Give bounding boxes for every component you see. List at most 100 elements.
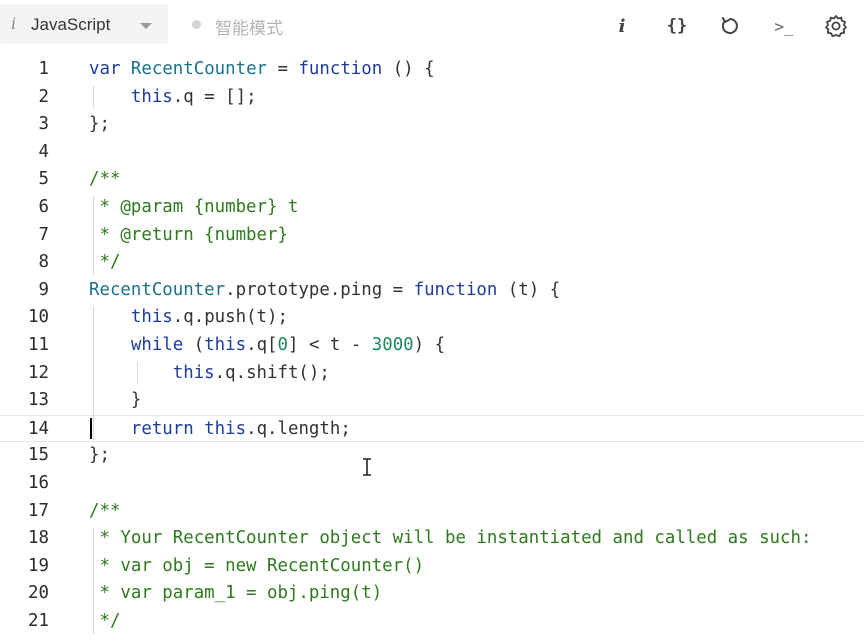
code-line[interactable]: 15}; bbox=[0, 442, 864, 470]
indent-guide bbox=[93, 85, 94, 110]
line-number: 21 bbox=[28, 611, 49, 631]
code-line[interactable]: 14 return this.q.length; bbox=[0, 414, 864, 444]
code-line[interactable]: 18 * Your RecentCounter object will be i… bbox=[0, 525, 864, 553]
text-cursor-icon bbox=[363, 458, 371, 476]
code-text: /** bbox=[89, 166, 120, 194]
line-number: 2 bbox=[38, 86, 49, 107]
code-line[interactable]: 3}; bbox=[0, 111, 864, 139]
code-token: * @param {number} t bbox=[89, 197, 299, 217]
line-number: 1 bbox=[38, 59, 49, 79]
code-text: * var obj = new RecentCounter() bbox=[89, 553, 424, 581]
code-token: this bbox=[130, 307, 173, 328]
code-line[interactable]: 1 var RecentCounter = function () { bbox=[0, 56, 864, 84]
code-token: /** bbox=[89, 169, 121, 190]
code-token: .prototype.ping = bbox=[225, 279, 414, 300]
smart-mode-toggle[interactable]: 智能模式 bbox=[215, 14, 283, 39]
code-token: .q.length; bbox=[246, 418, 351, 439]
code-token: * var obj = new RecentCounter() bbox=[89, 555, 425, 576]
line-number: 8 bbox=[38, 252, 49, 273]
code-text: return this.q.length; bbox=[89, 416, 351, 444]
code-text: while (this.q[0] < t - 3000) { bbox=[89, 332, 445, 360]
code-token: } bbox=[89, 390, 142, 411]
text-caret bbox=[90, 417, 92, 440]
language-label: JavaScript bbox=[31, 15, 111, 34]
indent-guide bbox=[93, 196, 94, 275]
line-number: 10 bbox=[28, 307, 49, 328]
code-line[interactable]: 21 */ bbox=[0, 608, 864, 636]
code-token: this bbox=[204, 335, 247, 355]
format-code-button[interactable]: {} bbox=[663, 12, 691, 40]
code-token: return bbox=[130, 418, 194, 439]
code-line[interactable]: 10 this.q.push(t); bbox=[0, 304, 864, 332]
code-token: () { bbox=[382, 59, 435, 79]
code-line[interactable]: 12 this.q.shift(); bbox=[0, 360, 864, 388]
indent-guide bbox=[137, 361, 138, 386]
code-line[interactable]: 13 } bbox=[0, 387, 864, 415]
line-number: 14 bbox=[28, 418, 49, 439]
code-token: RecentCounter bbox=[130, 59, 268, 79]
code-token: * @return {number} bbox=[89, 224, 288, 245]
line-number: 13 bbox=[28, 390, 49, 411]
line-number: 4 bbox=[38, 141, 49, 162]
code-text: * Your RecentCounter object will be inst… bbox=[89, 525, 811, 553]
code-editor[interactable]: 1 var RecentCounter = function () {2 this… bbox=[0, 56, 864, 642]
code-text: this.q.push(t); bbox=[89, 304, 288, 332]
code-line[interactable]: 17 /** bbox=[0, 498, 864, 526]
line-number: 12 bbox=[28, 362, 49, 383]
code-text: var RecentCounter = function () { bbox=[89, 56, 435, 84]
code-line[interactable]: 11 while (this.q[0] < t - 3000) { bbox=[0, 332, 864, 360]
code-token: 0 bbox=[277, 335, 288, 355]
code-line[interactable]: 5 /** bbox=[0, 166, 864, 194]
line-number: 9 bbox=[38, 279, 49, 300]
code-text: }; bbox=[89, 442, 110, 470]
code-token: 3000 bbox=[371, 335, 414, 355]
gear-icon bbox=[825, 15, 847, 38]
settings-button[interactable] bbox=[822, 12, 850, 40]
reset-icon bbox=[721, 17, 738, 34]
code-token: ( bbox=[183, 335, 205, 355]
code-text: }; bbox=[89, 111, 110, 139]
code-line[interactable]: 2 this.q = []; bbox=[0, 84, 864, 112]
code-line[interactable]: 8 */ bbox=[0, 249, 864, 277]
console-button[interactable]: >_ bbox=[770, 12, 798, 40]
line-number: 6 bbox=[38, 197, 49, 217]
code-token: * Your RecentCounter object will be inst… bbox=[89, 528, 812, 549]
code-token: this bbox=[204, 418, 247, 439]
braces-icon: {} bbox=[666, 16, 688, 36]
code-line[interactable]: 20 * var param_1 = obj.ping(t) bbox=[0, 580, 864, 608]
info-icon: i bbox=[11, 14, 17, 33]
code-token: .q.shift(); bbox=[214, 362, 330, 383]
code-token: this bbox=[172, 362, 215, 383]
line-number: 3 bbox=[38, 114, 49, 135]
code-token: RecentCounter bbox=[89, 279, 226, 300]
info-button[interactable]: i bbox=[608, 12, 636, 40]
line-number: 18 bbox=[28, 528, 49, 549]
language-select[interactable]: i JavaScript bbox=[0, 4, 168, 44]
reset-code-button[interactable] bbox=[716, 12, 744, 40]
line-number: 20 bbox=[28, 583, 49, 604]
indent-guide bbox=[93, 306, 94, 441]
code-text: } bbox=[89, 387, 141, 415]
code-token: }; bbox=[89, 445, 110, 466]
mode-status-dot bbox=[192, 20, 201, 29]
code-line[interactable]: 9 RecentCounter.prototype.ping = function… bbox=[0, 277, 864, 305]
code-line[interactable]: 19 * var obj = new RecentCounter() bbox=[0, 553, 864, 581]
code-line[interactable]: 4 bbox=[0, 139, 864, 167]
line-number: 7 bbox=[38, 224, 49, 245]
code-token: ) { bbox=[413, 335, 446, 355]
code-line[interactable]: 7 * @return {number} bbox=[0, 222, 864, 250]
code-token: (t) { bbox=[497, 279, 561, 300]
code-line[interactable]: 6 * @param {number} t bbox=[0, 194, 864, 222]
editor-toolbar: i JavaScript 智能模式 i {} >_ bbox=[0, 0, 864, 52]
line-number: 5 bbox=[38, 169, 49, 190]
code-token: function bbox=[298, 59, 383, 79]
code-token: = bbox=[267, 59, 299, 79]
code-line[interactable]: 16 bbox=[0, 470, 864, 498]
